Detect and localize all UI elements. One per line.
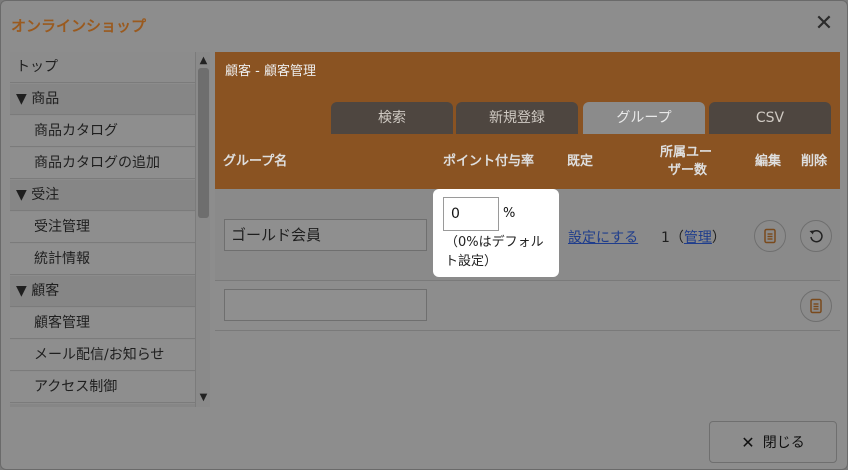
sidebar-scrollbar[interactable]: ▲ ▼	[195, 52, 210, 407]
scroll-down-icon[interactable]: ▼	[196, 391, 211, 405]
tab-bar: 検索 新規登録 グループ CSV	[215, 92, 840, 135]
close-icon[interactable]: ✕	[811, 11, 837, 37]
sidebar-item-partial	[10, 404, 195, 407]
edit-button[interactable]	[754, 220, 786, 252]
sidebar-item-access-control[interactable]: アクセス制御	[10, 372, 195, 403]
close-button-label: 閉じる	[762, 435, 805, 451]
sidebar-item-statistics[interactable]: 統計情報	[10, 244, 195, 275]
close-icon: ✕	[741, 432, 755, 452]
document-icon	[810, 298, 822, 314]
sidebar-nav: トップ ▼ 商品 商品カタログ 商品カタログの追加 ▼ 受注 受注管理 統計情報…	[10, 52, 195, 407]
tab-csv[interactable]: CSV	[709, 102, 831, 134]
dialog-window: オンラインショップ ✕ トップ ▼ 商品 商品カタログ 商品カタログの追加 ▼ …	[0, 0, 848, 470]
member-count: 1（管理）	[661, 227, 726, 247]
scroll-thumb[interactable]	[198, 68, 209, 218]
group-name-field[interactable]: ゴールド会員	[224, 219, 427, 251]
close-button[interactable]: ✕ 閉じる	[709, 421, 837, 463]
manage-members-link[interactable]: 管理	[684, 230, 712, 246]
new-group-name-field[interactable]	[224, 289, 427, 321]
document-icon	[764, 228, 776, 244]
table-row-new	[215, 281, 840, 331]
member-count-suffix: ）	[711, 230, 726, 246]
sidebar-item-catalog[interactable]: 商品カタログ	[10, 116, 195, 147]
point-rate-input[interactable]: 0	[443, 197, 499, 231]
column-members: 所属ユー ザー数	[660, 135, 712, 189]
undo-icon	[809, 230, 823, 243]
sidebar-item-customer-management[interactable]: 顧客管理	[10, 308, 195, 339]
tab-new-registration[interactable]: 新規登録	[456, 102, 578, 134]
column-members-line1: 所属ユー	[660, 144, 713, 160]
scroll-up-icon[interactable]: ▲	[196, 54, 211, 68]
point-rate-popup: 0 % （0%はデフォルト設定）	[433, 189, 559, 277]
point-rate-note: （0%はデフォルト設定）	[445, 235, 544, 269]
delete-button[interactable]	[800, 220, 832, 252]
tab-group[interactable]: グループ	[583, 102, 705, 134]
set-default-link[interactable]: 設定にする	[568, 227, 638, 247]
column-delete: 削除	[801, 153, 828, 169]
column-default: 既定	[567, 153, 594, 169]
dialog-titlebar: オンラインショップ ✕	[1, 1, 847, 49]
percent-label: %	[503, 206, 516, 221]
column-edit: 編集	[755, 153, 782, 169]
column-point-rate: ポイント付与率	[443, 153, 535, 169]
sidebar-category-orders[interactable]: ▼ 受注	[10, 180, 195, 211]
sidebar-item-top[interactable]: トップ	[10, 52, 195, 83]
sidebar-item-add-catalog[interactable]: 商品カタログの追加	[10, 148, 195, 179]
table-header: グループ名 ポイント付与率 既定 所属ユー ザー数 編集 削除	[215, 135, 840, 189]
sidebar-item-order-management[interactable]: 受注管理	[10, 212, 195, 243]
sidebar-category-customers[interactable]: ▼ 顧客	[10, 276, 195, 307]
column-members-line2: ザー数	[668, 163, 708, 178]
column-group-name: グループ名	[223, 153, 288, 169]
member-count-prefix: 1（	[661, 230, 684, 246]
dialog-title: オンラインショップ	[11, 17, 147, 35]
tab-search[interactable]: 検索	[331, 102, 453, 134]
add-group-button[interactable]	[800, 290, 832, 322]
sidebar-category-products[interactable]: ▼ 商品	[10, 84, 195, 115]
breadcrumb: 顧客 - 顧客管理	[215, 52, 840, 92]
sidebar-item-mail[interactable]: メール配信/お知らせ	[10, 340, 195, 371]
